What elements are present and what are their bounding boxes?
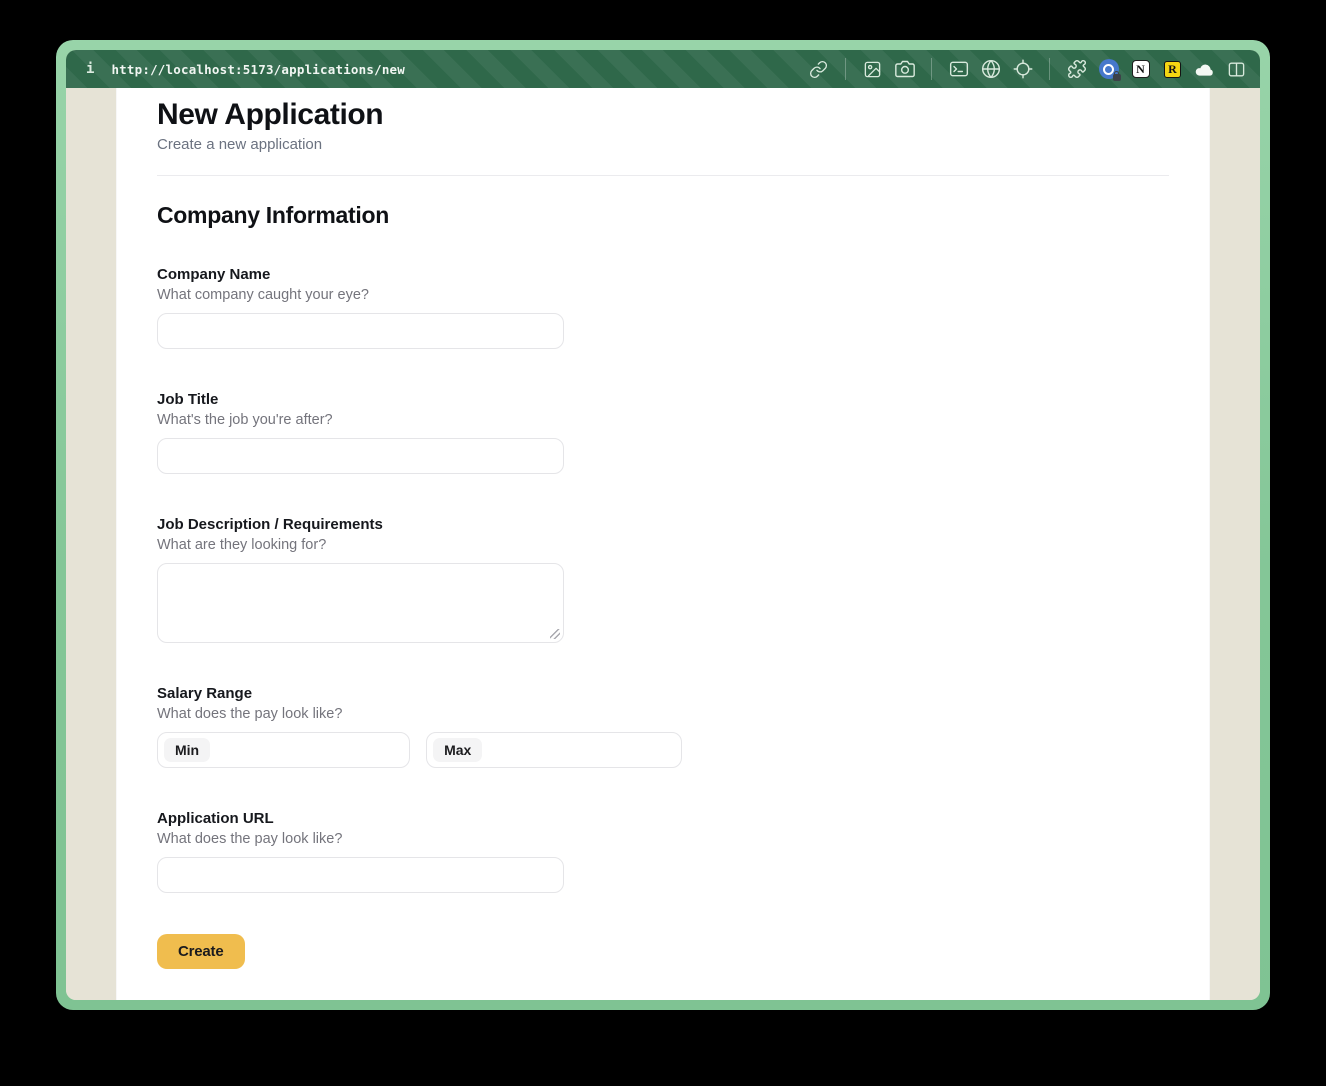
link-icon[interactable]: [808, 59, 829, 80]
job-title-input[interactable]: [157, 438, 564, 474]
toolbar-separator: [931, 58, 932, 80]
window-inner: i http://localhost:5173/applications/new: [66, 50, 1260, 1000]
divider: [157, 175, 1169, 176]
job-description-label: Job Description / Requirements: [157, 516, 564, 533]
toolbar-separator: [1049, 58, 1050, 80]
company-name-input[interactable]: [157, 313, 564, 349]
salary-max-input[interactable]: Max: [426, 732, 682, 768]
field-company-name: Company Name What company caught your ey…: [157, 266, 564, 349]
address-url[interactable]: http://localhost:5173/applications/new: [111, 62, 405, 77]
company-name-label: Company Name: [157, 266, 564, 283]
job-title-label: Job Title: [157, 391, 564, 408]
job-description-textarea-wrap: [157, 563, 564, 643]
field-application-url: Application URL What does the pay look l…: [157, 810, 564, 893]
salary-min-input[interactable]: Min: [157, 732, 410, 768]
job-title-description: What's the job you're after?: [157, 412, 564, 428]
globe-icon[interactable]: [980, 59, 1001, 80]
field-job-title: Job Title What's the job you're after?: [157, 391, 564, 474]
salary-min-value[interactable]: [210, 742, 403, 758]
onepassword-icon[interactable]: [1098, 59, 1119, 80]
application-url-input[interactable]: [157, 857, 564, 893]
url-bar: i http://localhost:5173/applications/new: [66, 50, 1260, 88]
field-job-description: Job Description / Requirements What are …: [157, 516, 564, 643]
salary-max-prefix: Max: [433, 738, 482, 762]
salary-range-description: What does the pay look like?: [157, 706, 564, 722]
page-background: New Application Create a new application…: [66, 88, 1260, 1000]
page-title: New Application: [157, 98, 1169, 132]
puzzle-extensions-icon[interactable]: [1066, 59, 1087, 80]
image-icon[interactable]: [862, 59, 883, 80]
salary-min-prefix: Min: [164, 738, 210, 762]
content-column: New Application Create a new application…: [116, 88, 1210, 1000]
notion-icon[interactable]: N: [1130, 59, 1151, 80]
company-name-description: What company caught your eye?: [157, 287, 564, 303]
cloud-icon[interactable]: [1194, 59, 1215, 80]
job-description-description: What are they looking for?: [157, 537, 564, 553]
refined-r-extension-icon[interactable]: R: [1162, 59, 1183, 80]
terminal-icon[interactable]: [948, 59, 969, 80]
application-url-description: What does the pay look like?: [157, 831, 564, 847]
salary-row: Min Max: [157, 732, 564, 768]
toolbar: N R: [808, 58, 1247, 80]
job-description-textarea[interactable]: [158, 564, 563, 642]
application-url-label: Application URL: [157, 810, 564, 827]
page-subtitle: Create a new application: [157, 136, 1169, 153]
field-salary-range: Salary Range What does the pay look like…: [157, 685, 564, 768]
create-button[interactable]: Create: [157, 934, 245, 969]
salary-max-value[interactable]: [482, 742, 675, 758]
info-icon[interactable]: i: [86, 61, 94, 77]
salary-range-label: Salary Range: [157, 685, 564, 702]
camera-icon[interactable]: [894, 59, 915, 80]
split-view-icon[interactable]: [1226, 59, 1247, 80]
toolbar-separator: [845, 58, 846, 80]
crosshair-icon[interactable]: [1012, 59, 1033, 80]
section-heading: Company Information: [157, 202, 1169, 229]
browser-window: i http://localhost:5173/applications/new: [56, 40, 1270, 1010]
